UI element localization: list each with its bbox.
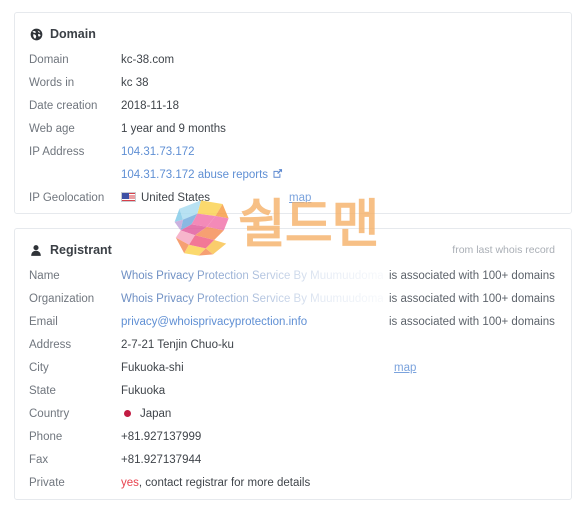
whois-record-note: from last whois record: [452, 244, 555, 256]
abuse-reports-link[interactable]: 104.31.73.172 abuse reports: [121, 169, 268, 181]
external-link-icon[interactable]: [272, 168, 283, 179]
row-label: Organization: [29, 293, 95, 305]
row-value-organization: Whois Privacy Protection Service By Muum…: [121, 291, 557, 306]
row-value-phone: +81.927137999: [121, 431, 202, 443]
table-row: Words in kc 38: [29, 75, 557, 98]
table-row: Country Japan: [29, 406, 557, 429]
organization-association-note: is associated with 100+ domains: [389, 293, 555, 305]
table-row: Email privacy@whoisprivacyprotection.inf…: [29, 314, 557, 337]
table-row: Address 2-7-21 Tenjin Chuo-ku: [29, 337, 557, 360]
private-flag-yes: yes: [121, 477, 139, 489]
geolocation-map-link[interactable]: map: [289, 191, 311, 205]
row-label: Country: [29, 408, 70, 420]
row-label: IP Address: [29, 146, 85, 158]
row-label: Date creation: [29, 100, 98, 112]
country-text: Japan: [140, 408, 172, 420]
row-label: City: [29, 362, 49, 374]
row-value-web-age: 1 year and 9 months: [121, 123, 226, 135]
row-value-ip-geolocation: United States map: [121, 190, 557, 205]
row-label: Address: [29, 339, 72, 351]
registrant-card-header: Registrant from last whois record: [29, 239, 557, 261]
row-label: Phone: [29, 431, 63, 443]
row-value-words-in: kc 38: [121, 77, 149, 89]
row-value-domain: kc-38.com: [121, 54, 175, 66]
row-value-address: 2-7-21 Tenjin Chuo-ku: [121, 339, 234, 351]
table-row: Organization Whois Privacy Protection Se…: [29, 291, 557, 314]
row-value-email: privacy@whoisprivacyprotection.info is a…: [121, 314, 557, 329]
geolocation-country: United States: [141, 192, 211, 204]
table-row: IP Geolocation United States map: [29, 190, 557, 213]
domain-card: Domain Domain kc-38.com Words in kc 38 D…: [14, 12, 572, 214]
registrant-organization-truncated: Whois Privacy Protection Service By Muum…: [121, 292, 383, 306]
flag-japan-icon: [122, 408, 134, 418]
ip-address-link[interactable]: 104.31.73.172: [121, 146, 195, 158]
row-label: IP Geolocation: [29, 192, 105, 204]
registrant-card-title: Registrant: [50, 243, 112, 257]
table-row: Phone +81.927137999: [29, 429, 557, 452]
row-value-private: yes, contact registrar for more details: [121, 475, 557, 490]
table-row: IP Address 104.31.73.172: [29, 144, 557, 167]
city-map-link[interactable]: map: [394, 361, 416, 375]
registrant-email-link[interactable]: privacy@whoisprivacyprotection.info: [121, 316, 307, 328]
table-row: Date creation 2018-11-18: [29, 98, 557, 121]
row-label: Words in: [29, 77, 75, 89]
registrant-name-truncated: Whois Privacy Protection Service By Muum…: [121, 269, 383, 283]
row-label-empty: [29, 167, 121, 168]
row-value-abuse-reports: 104.31.73.172 abuse reports: [121, 167, 557, 182]
user-icon: [29, 243, 43, 257]
row-value-date-creation: 2018-11-18: [121, 100, 179, 112]
city-text: Fukuoka-shi: [121, 362, 184, 374]
table-row: Fax +81.927137944: [29, 452, 557, 475]
row-value-city: Fukuoka-shi map: [121, 360, 557, 375]
whois-report-page: Domain Domain kc-38.com Words in kc 38 D…: [0, 0, 586, 515]
flag-united-states-icon: [121, 192, 136, 202]
row-value-country: Japan: [121, 406, 557, 421]
name-association-note: is associated with 100+ domains: [389, 270, 555, 282]
table-row: City Fukuoka-shi map: [29, 360, 557, 383]
registrant-organization-text: Whois Privacy Protection Service By Muum…: [121, 293, 383, 305]
globe-icon: [29, 27, 43, 41]
row-value-name: Whois Privacy Protection Service By Muum…: [121, 268, 557, 283]
row-label: Email: [29, 316, 58, 328]
domain-card-title: Domain: [50, 27, 96, 41]
domain-card-header: Domain: [29, 23, 557, 45]
table-row: Domain kc-38.com: [29, 52, 557, 75]
row-label: Domain: [29, 54, 69, 66]
email-association-note: is associated with 100+ domains: [389, 316, 555, 328]
row-value-ip-address: 104.31.73.172: [121, 144, 557, 159]
row-value-state: Fukuoka: [121, 385, 166, 397]
row-label: Private: [29, 477, 65, 489]
row-value-fax: +81.927137944: [121, 454, 202, 466]
private-flag-note: , contact registrar for more details: [138, 477, 311, 489]
row-label: Name: [29, 270, 60, 282]
row-label: Web age: [29, 123, 75, 135]
table-row: 104.31.73.172 abuse reports: [29, 167, 557, 190]
table-row: State Fukuoka: [29, 383, 557, 406]
table-row: Name Whois Privacy Protection Service By…: [29, 268, 557, 291]
registrant-card: Registrant from last whois record Name W…: [14, 228, 572, 500]
registrant-name-text: Whois Privacy Protection Service By Muum…: [121, 270, 383, 282]
table-row: Web age 1 year and 9 months: [29, 121, 557, 144]
table-row: Private yes, contact registrar for more …: [29, 475, 557, 498]
row-label: Fax: [29, 454, 49, 466]
row-label: State: [29, 385, 56, 397]
